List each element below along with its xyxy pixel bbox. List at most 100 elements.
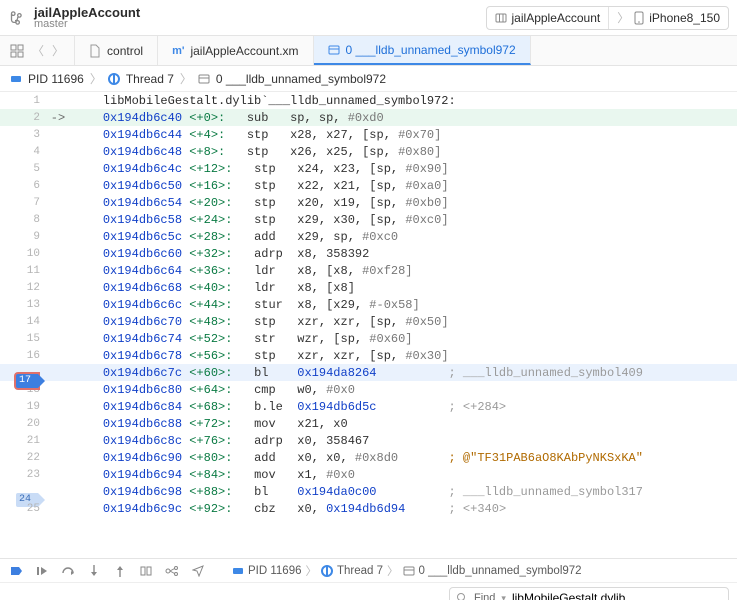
code-line[interactable]: 6 0x194db6c50 <+16>: stp x22, x21, [sp, … bbox=[0, 177, 737, 194]
offset: <+8>: bbox=[189, 145, 225, 159]
code-text: 0x194db6c44 <+4>: stp x28, x27, [sp, #0x… bbox=[70, 128, 441, 142]
line-number[interactable]: 4 bbox=[0, 146, 46, 158]
mnemonic: stp bbox=[254, 179, 297, 193]
line-number[interactable]: 25 bbox=[0, 503, 46, 515]
code-line[interactable]: 3 0x194db6c44 <+4>: stp x28, x27, [sp, #… bbox=[0, 126, 737, 143]
mnemonic: add bbox=[254, 230, 297, 244]
line-number[interactable]: 21 bbox=[0, 435, 46, 447]
dbg-frame[interactable]: 0 ___lldb_unnamed_symbol972 bbox=[419, 565, 582, 577]
code-line[interactable]: 22 0x194db6c90 <+80>: add x0, x0, #0x8d0… bbox=[0, 449, 737, 466]
find-box[interactable]: Find ▾ bbox=[449, 587, 729, 600]
address: 0x194db6c48 bbox=[103, 145, 182, 159]
continue-icon[interactable] bbox=[34, 563, 50, 579]
tab-control[interactable]: control bbox=[75, 36, 158, 65]
code-line[interactable]: 7 0x194db6c54 <+20>: stp x20, x19, [sp, … bbox=[0, 194, 737, 211]
operands: x28, x27, [sp, bbox=[290, 128, 398, 142]
memory-graph-icon[interactable] bbox=[164, 563, 180, 579]
offset: <+88>: bbox=[189, 485, 232, 499]
run-config-selector[interactable]: jailAppleAccount 〉 iPhone8_150 bbox=[486, 6, 729, 30]
mnemonic: stp bbox=[254, 349, 297, 363]
offset: <+44>: bbox=[189, 298, 232, 312]
address: 0x194db6c94 bbox=[103, 468, 182, 482]
line-number[interactable]: 3 bbox=[0, 129, 46, 141]
code-line[interactable]: 10 0x194db6c60 <+32>: adrp x8, 358392 bbox=[0, 245, 737, 262]
code-line[interactable]: 17 0x194db6c7c <+60>: bl 0x194da8264 ; _… bbox=[0, 364, 737, 381]
mnemonic: cmp bbox=[254, 383, 297, 397]
breakpoint-marker[interactable]: 17 bbox=[16, 374, 38, 388]
code-line[interactable]: 14 0x194db6c70 <+48>: stp xzr, xzr, [sp,… bbox=[0, 313, 737, 330]
location-icon[interactable] bbox=[190, 563, 206, 579]
line-number[interactable]: 13 bbox=[0, 299, 46, 311]
code-line[interactable]: 15 0x194db6c74 <+52>: str wzr, [sp, #0x6… bbox=[0, 330, 737, 347]
line-number[interactable]: 23 bbox=[0, 469, 46, 481]
offset: <+36>: bbox=[189, 264, 232, 278]
line-number[interactable]: 14 bbox=[0, 316, 46, 328]
code-line[interactable]: 4 0x194db6c48 <+8>: stp x26, x25, [sp, #… bbox=[0, 143, 737, 160]
line-number[interactable]: 2 bbox=[0, 112, 46, 124]
code-line[interactable]: 21 0x194db6c8c <+76>: adrp x0, 358467 bbox=[0, 432, 737, 449]
code-line[interactable]: 12 0x194db6c68 <+40>: ldr x8, [x8] bbox=[0, 279, 737, 296]
code-line[interactable]: 9 0x194db6c5c <+28>: add x29, sp, #0xc0 bbox=[0, 228, 737, 245]
chevron-down-icon[interactable]: ▾ bbox=[501, 593, 506, 600]
code-line[interactable]: 25 0x194db6c9c <+92>: cbz x0, 0x194db6d9… bbox=[0, 500, 737, 517]
code-line[interactable]: 24 0x194db6c98 <+88>: bl 0x194da0c00 ; _… bbox=[0, 483, 737, 500]
call-target: 0x194da8264 bbox=[297, 366, 376, 380]
code-line[interactable]: 20 0x194db6c88 <+72>: mov x21, x0 bbox=[0, 415, 737, 432]
line-number[interactable]: 9 bbox=[0, 231, 46, 243]
code-text: libMobileGestalt.dylib`___lldb_unnamed_s… bbox=[70, 94, 456, 108]
offset: <+24>: bbox=[189, 213, 232, 227]
operands: x29, x30, [sp, bbox=[297, 213, 405, 227]
line-number[interactable]: 5 bbox=[0, 163, 46, 175]
comment: ; ___lldb_unnamed_symbol409 bbox=[449, 366, 643, 380]
grid-icon[interactable] bbox=[10, 44, 24, 58]
breakpoint-toggle-icon[interactable] bbox=[8, 563, 24, 579]
address: 0x194db6c4c bbox=[103, 162, 182, 176]
code-line[interactable]: 11 0x194db6c64 <+36>: ldr x8, [x8, #0xf2… bbox=[0, 262, 737, 279]
code-line[interactable]: 8 0x194db6c58 <+24>: stp x29, x30, [sp, … bbox=[0, 211, 737, 228]
offset: <+92>: bbox=[189, 502, 232, 516]
code-line[interactable]: 18 0x194db6c80 <+64>: cmp w0, #0x0 bbox=[0, 381, 737, 398]
view-debug-icon[interactable] bbox=[138, 563, 154, 579]
line-number[interactable]: 20 bbox=[0, 418, 46, 430]
line-number[interactable]: 19 bbox=[0, 401, 46, 413]
operands: x22, x21, [sp, bbox=[297, 179, 405, 193]
mnemonic: stp bbox=[254, 315, 297, 329]
step-over-icon[interactable] bbox=[60, 563, 76, 579]
line-number[interactable]: 12 bbox=[0, 282, 46, 294]
step-into-icon[interactable] bbox=[86, 563, 102, 579]
line-number[interactable]: 6 bbox=[0, 180, 46, 192]
line-number[interactable]: 11 bbox=[0, 265, 46, 277]
crumb-pid: PID 11696 bbox=[28, 72, 84, 86]
code-line[interactable]: 2-> 0x194db6c40 <+0>: sub sp, sp, #0xd0 bbox=[0, 109, 737, 126]
dbg-thread[interactable]: Thread 7 bbox=[337, 565, 383, 577]
find-input[interactable] bbox=[512, 591, 722, 600]
line-number[interactable]: 10 bbox=[0, 248, 46, 260]
mnemonic: mov bbox=[254, 468, 297, 482]
breadcrumb[interactable]: PID 11696 〉 Thread 7 〉 0 ___lldb_unnamed… bbox=[0, 66, 737, 92]
address: 0x194db6c98 bbox=[103, 485, 182, 499]
line-number[interactable]: 15 bbox=[0, 333, 46, 345]
mnemonic: ldr bbox=[254, 281, 297, 295]
file-icon bbox=[89, 44, 101, 58]
code-line[interactable]: 5 0x194db6c4c <+12>: stp x24, x23, [sp, … bbox=[0, 160, 737, 177]
tab-symbol[interactable]: 0 ___lldb_unnamed_symbol972 bbox=[314, 36, 531, 65]
code-line[interactable]: 16 0x194db6c78 <+56>: stp xzr, xzr, [sp,… bbox=[0, 347, 737, 364]
disassembly-view[interactable]: 1 libMobileGestalt.dylib`___lldb_unnamed… bbox=[0, 92, 737, 558]
line-number[interactable]: 7 bbox=[0, 197, 46, 209]
line-number[interactable]: 8 bbox=[0, 214, 46, 226]
dbg-pid[interactable]: PID 11696 bbox=[248, 565, 302, 577]
code-text: 0x194db6c88 <+72>: mov x21, x0 bbox=[70, 417, 348, 431]
tab-xm[interactable]: m' jailAppleAccount.xm bbox=[158, 36, 313, 65]
line-number[interactable]: 1 bbox=[0, 95, 46, 107]
find-label: Find bbox=[474, 592, 495, 600]
offset: <+28>: bbox=[189, 230, 232, 244]
line-number[interactable]: 16 bbox=[0, 350, 46, 362]
code-line[interactable]: 23 0x194db6c94 <+84>: mov x1, #0x0 bbox=[0, 466, 737, 483]
line-number[interactable]: 22 bbox=[0, 452, 46, 464]
code-line[interactable]: 19 0x194db6c84 <+68>: b.le 0x194db6d5c ;… bbox=[0, 398, 737, 415]
step-out-icon[interactable] bbox=[112, 563, 128, 579]
code-line[interactable]: 13 0x194db6c6c <+44>: stur x8, [x29, #-0… bbox=[0, 296, 737, 313]
forward-icon[interactable]: 〉 bbox=[52, 42, 64, 59]
back-icon[interactable]: 〈 bbox=[32, 42, 44, 59]
mnemonic: bl bbox=[254, 485, 297, 499]
